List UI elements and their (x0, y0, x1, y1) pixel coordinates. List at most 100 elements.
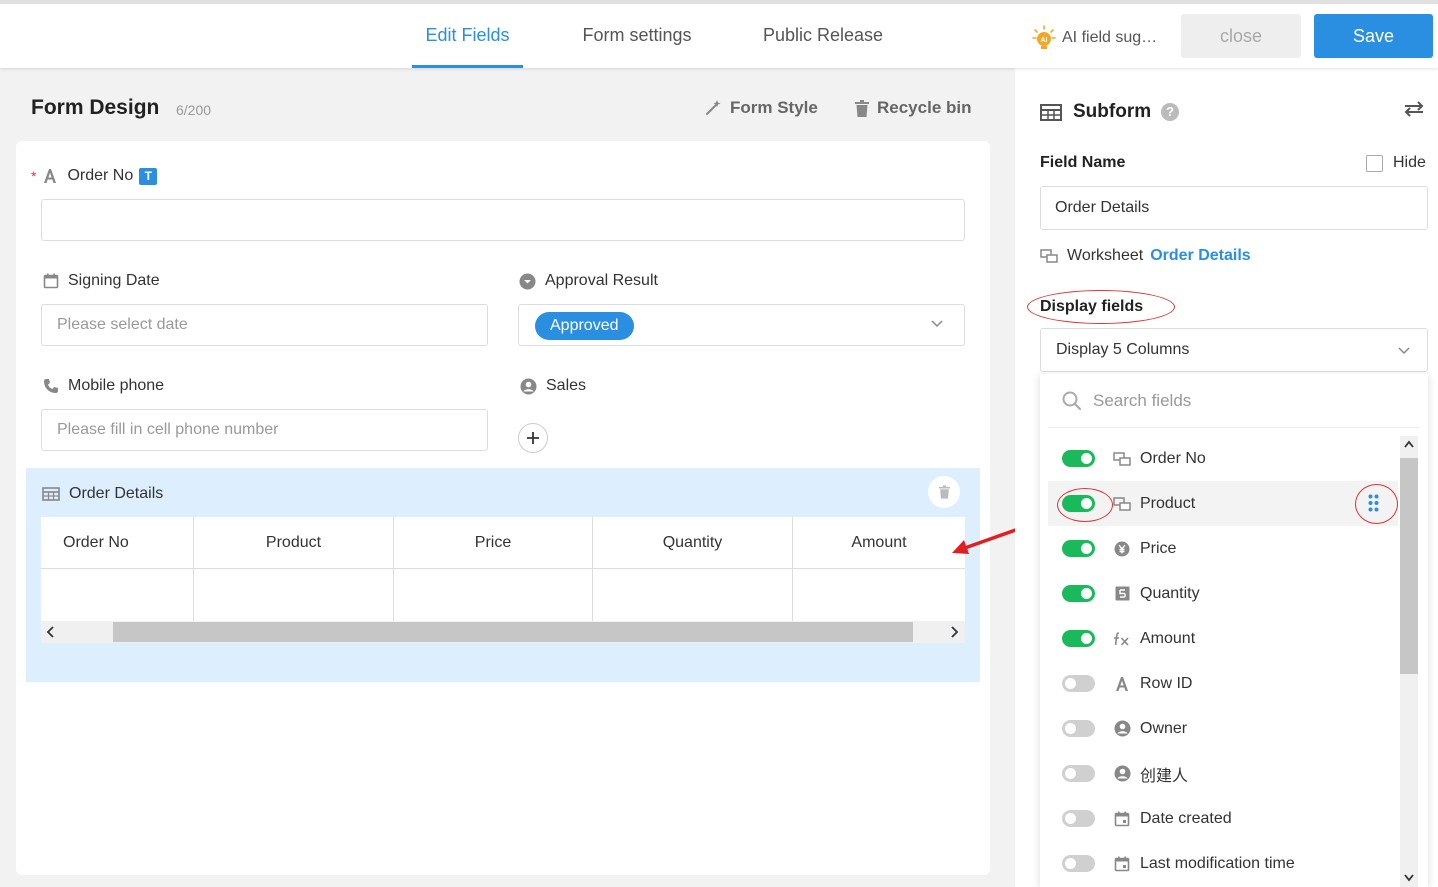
worksheet-row: Worksheet Order Details (1040, 247, 1251, 265)
scroll-up-icon[interactable] (1404, 440, 1414, 448)
list-item[interactable]: Date created (1048, 796, 1398, 841)
close-button[interactable]: close (1181, 14, 1301, 58)
display-fields-select[interactable]: Display 5 Columns (1040, 328, 1428, 372)
horizontal-scrollbar[interactable] (41, 621, 965, 643)
table-cell (194, 569, 394, 621)
formula-icon (1113, 630, 1131, 648)
signing-date-text: Signing Date (68, 272, 160, 289)
top-bar: Edit Fields Form settings Public Release… (0, 0, 1438, 68)
table-icon (1040, 103, 1062, 121)
list-item[interactable]: Last modification time (1048, 841, 1398, 886)
list-item[interactable]: Amount (1048, 616, 1398, 661)
user-icon (520, 378, 537, 395)
mobile-phone-text: Mobile phone (68, 377, 165, 394)
calendar-icon (43, 273, 59, 289)
mobile-phone-input[interactable]: Please fill in cell phone number (41, 409, 488, 451)
delete-subform-button[interactable] (928, 476, 960, 508)
scroll-left-icon[interactable] (46, 626, 54, 638)
field-toggle[interactable] (1062, 450, 1095, 467)
help-icon[interactable]: ? (1161, 103, 1180, 121)
scrollbar-thumb[interactable] (1400, 458, 1418, 674)
field-count: 6/200 (176, 102, 212, 118)
display-select-value: Display 5 Columns (1056, 341, 1190, 358)
annotation-ellipse (1027, 290, 1175, 324)
tab-edit-fields[interactable]: Edit Fields (412, 4, 523, 68)
column-header: Order No (41, 517, 194, 569)
vertical-scrollbar[interactable] (1400, 436, 1418, 887)
save-button[interactable]: Save (1314, 14, 1433, 58)
field-toggle[interactable] (1062, 810, 1095, 827)
search-placeholder: Search fields (1093, 390, 1192, 410)
field-label: Order No (1140, 449, 1206, 467)
search-icon (1062, 391, 1081, 410)
table-cell (593, 569, 793, 621)
hide-checkbox-wrap[interactable]: Hide (1366, 154, 1426, 172)
scroll-right-icon[interactable] (951, 626, 959, 638)
table-cell (394, 569, 593, 621)
field-name-input[interactable]: Order Details (1040, 186, 1428, 230)
field-label: Price (1140, 539, 1177, 557)
scrollbar-thumb[interactable] (113, 622, 913, 642)
text-type-badge: T (139, 167, 158, 185)
recycle-bin-button[interactable]: Recycle bin (855, 98, 972, 118)
list-item[interactable]: Quantity (1048, 571, 1398, 616)
field-toggle[interactable] (1062, 720, 1095, 737)
list-item[interactable]: Owner (1048, 706, 1398, 751)
search-fields-input[interactable]: Search fields (1048, 374, 1420, 428)
signing-date-label: Signing Date (43, 272, 160, 290)
dropdown-field-icon (519, 273, 536, 290)
approved-option-pill: Approved (535, 312, 634, 340)
form-style-button[interactable]: Form Style (704, 98, 818, 118)
magic-wand-icon (706, 100, 721, 115)
link-icon (1113, 495, 1131, 513)
recycle-bin-label: Recycle bin (877, 98, 972, 117)
hide-checkbox[interactable] (1366, 154, 1383, 172)
field-label: Owner (1140, 719, 1188, 737)
tab-public-release[interactable]: Public Release (752, 4, 894, 68)
plus-icon (527, 432, 539, 444)
field-toggle[interactable] (1062, 540, 1095, 557)
subform-order-details[interactable]: Order Details Order No Product Price Qua… (26, 468, 980, 682)
scroll-down-icon[interactable] (1404, 874, 1414, 882)
field-toggle[interactable] (1062, 855, 1095, 872)
trash-icon (855, 99, 869, 117)
annotation-circle (1057, 488, 1113, 522)
tab-form-settings[interactable]: Form settings (572, 4, 702, 68)
ai-suggestion-label: AI field sug… (1062, 29, 1158, 46)
field-toggle[interactable] (1062, 630, 1095, 647)
add-sales-button[interactable] (518, 423, 548, 453)
page-title: Form Design (31, 96, 160, 119)
field-toggle[interactable] (1062, 585, 1095, 602)
worksheet-label: Worksheet (1067, 247, 1144, 264)
user-icon (1113, 720, 1131, 738)
trash-icon (938, 485, 950, 499)
swap-icon[interactable] (1403, 100, 1425, 118)
yen-icon (1113, 540, 1131, 558)
text-field-icon (42, 168, 58, 184)
link-icon (1113, 450, 1131, 468)
list-item[interactable]: Price (1048, 526, 1398, 571)
table-icon (42, 487, 60, 501)
approval-result-select[interactable]: Approved (518, 304, 965, 346)
display-fields-dropdown: Search fields Order No Product Price Qua… (1040, 374, 1428, 887)
list-item[interactable]: Order No (1048, 436, 1398, 481)
field-label: Last modification time (1140, 854, 1295, 872)
order-no-label: * Order No T (31, 167, 158, 185)
svg-text:AI: AI (1041, 37, 1048, 44)
list-item[interactable]: 创建人 (1048, 751, 1398, 796)
panel-title-text: Subform (1073, 101, 1152, 122)
order-no-input[interactable] (41, 199, 965, 241)
signing-date-input[interactable]: Please select date (41, 304, 488, 346)
worksheet-link[interactable]: Order Details (1150, 247, 1250, 265)
chevron-down-icon (1398, 347, 1410, 355)
column-header: Price (394, 517, 593, 569)
form-canvas: * Order No T Signing Date Please select … (16, 141, 990, 875)
list-item[interactable]: Row ID (1048, 661, 1398, 706)
ai-field-suggestion[interactable]: AI AI field sug… (1032, 18, 1157, 58)
form-style-label: Form Style (730, 98, 818, 117)
field-toggle[interactable] (1062, 765, 1095, 782)
field-name-label: Field Name (1040, 154, 1126, 171)
field-label: Row ID (1140, 674, 1193, 692)
field-label: Quantity (1140, 584, 1200, 602)
field-toggle[interactable] (1062, 675, 1095, 692)
